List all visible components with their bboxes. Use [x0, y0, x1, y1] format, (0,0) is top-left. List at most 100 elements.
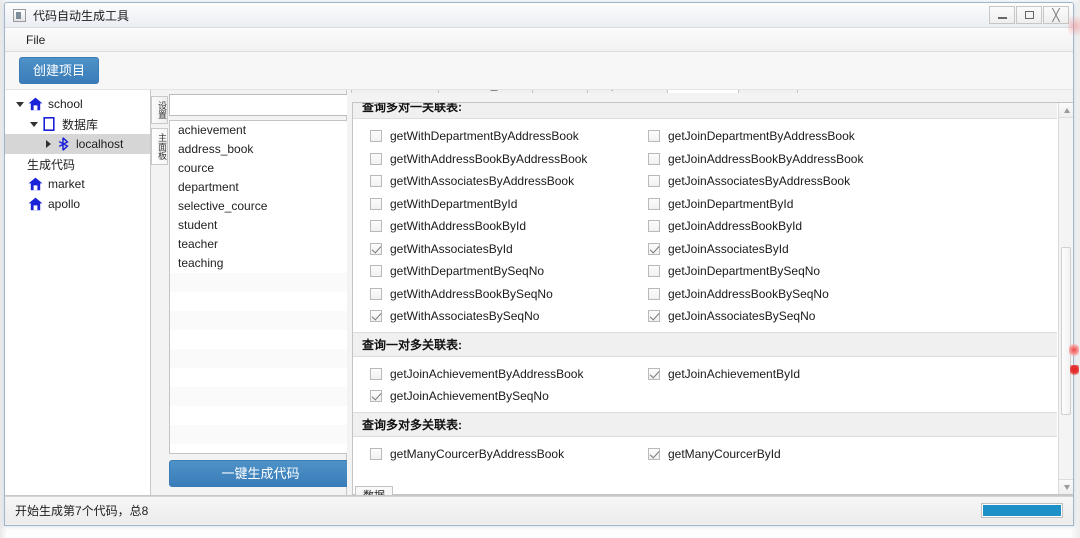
- checkbox-icon[interactable]: [370, 130, 382, 143]
- tree-item-generate-code[interactable]: 生成代码: [5, 154, 150, 174]
- create-project-button[interactable]: 创建项目: [19, 57, 100, 84]
- minimize-button[interactable]: [989, 6, 1015, 24]
- project-tree-panel: school 数据库 localhost 生成代码 market apollo: [5, 90, 151, 496]
- checkbox-row[interactable]: getJoinAssociatesByAddressBook: [631, 170, 1057, 193]
- app-icon: [13, 8, 26, 22]
- checkbox-icon[interactable]: [648, 287, 660, 300]
- vertical-tab-settings[interactable]: 设置: [151, 96, 168, 124]
- table-search-input[interactable]: [169, 94, 352, 116]
- checkbox-row[interactable]: getManyCourcerByAddressBook: [353, 443, 631, 466]
- checkbox-icon[interactable]: [370, 447, 382, 460]
- checkbox-icon[interactable]: [370, 310, 382, 323]
- list-item[interactable]: student: [170, 216, 351, 235]
- checkbox-icon[interactable]: [648, 197, 660, 210]
- list-item[interactable]: department: [170, 178, 351, 197]
- checkbox-icon[interactable]: [648, 447, 660, 460]
- checkbox-row[interactable]: getJoinAchievementBySeqNo: [353, 385, 631, 408]
- editor-vertical-scrollbar[interactable]: [1058, 103, 1073, 494]
- checkbox-icon[interactable]: [370, 287, 382, 300]
- checkbox-row[interactable]: getJoinAssociatesBySeqNo: [631, 305, 1057, 328]
- checkbox-icon[interactable]: [370, 265, 382, 278]
- checkbox-label: getWithDepartmentBySeqNo: [390, 264, 545, 279]
- checkbox-icon[interactable]: [648, 367, 660, 380]
- tree-item-apollo[interactable]: apollo: [5, 194, 150, 214]
- main-body: school 数据库 localhost 生成代码 market apollo …: [5, 90, 1073, 496]
- checkbox-icon[interactable]: [370, 197, 382, 210]
- list-item[interactable]: cource: [170, 159, 351, 178]
- tab-teacher[interactable]: teacher: [737, 90, 799, 93]
- tree-item-label: school: [48, 97, 83, 111]
- vertical-tab-main-panel[interactable]: 主面板: [151, 128, 168, 165]
- checkbox-row[interactable]: getJoinDepartmentByAddressBook: [631, 125, 1057, 148]
- list-item[interactable]: teaching: [170, 254, 351, 273]
- checkbox-row[interactable]: getWithAssociatesById: [353, 238, 631, 261]
- checkbox-icon[interactable]: [370, 152, 382, 165]
- checkbox-row[interactable]: getWithAddressBookBySeqNo: [353, 283, 631, 306]
- checkbox-icon[interactable]: [648, 152, 660, 165]
- checkbox-row[interactable]: getWithDepartmentBySeqNo: [353, 260, 631, 283]
- checkbox-icon[interactable]: [648, 265, 660, 278]
- maximize-button[interactable]: [1016, 6, 1042, 24]
- tab-address-book[interactable]: address_book: [438, 90, 534, 93]
- tab-label: address_book: [448, 90, 523, 91]
- checkbox-row[interactable]: getJoinAddressBookByAddressBook: [631, 148, 1057, 171]
- scrollbar-thumb[interactable]: [1061, 247, 1071, 415]
- checkbox-row[interactable]: getWithDepartmentById: [353, 193, 631, 216]
- checkbox-row[interactable]: getJoinAssociatesById: [631, 238, 1057, 261]
- checkbox-row[interactable]: getWithAddressBookByAddressBook: [353, 148, 631, 171]
- checkbox-row[interactable]: getJoinAddressBookBySeqNo: [631, 283, 1057, 306]
- checkbox-label: getWithAddressBookByAddressBook: [390, 151, 588, 166]
- scroll-up-button[interactable]: [1059, 103, 1073, 118]
- list-item[interactable]: teacher: [170, 235, 351, 254]
- checkbox-row[interactable]: getJoinDepartmentBySeqNo: [631, 260, 1057, 283]
- table-list-panel: 设置 主面板 achievement address_book cource d…: [151, 90, 352, 496]
- checkbox-label: getJoinAchievementBySeqNo: [390, 389, 549, 404]
- list-item[interactable]: address_book: [170, 140, 351, 159]
- checkbox-row[interactable]: getJoinDepartmentById: [631, 193, 1057, 216]
- tab-cource[interactable]: cource: [532, 90, 589, 93]
- checkbox-label: getJoinAchievementByAddressBook: [390, 366, 584, 381]
- connection-icon: [55, 136, 71, 152]
- menu-item-file[interactable]: File: [19, 31, 52, 49]
- checkbox-icon[interactable]: [370, 390, 382, 403]
- checkbox-icon[interactable]: [370, 220, 382, 233]
- tab-achievement[interactable]: achievement: [351, 90, 440, 93]
- checkbox-icon[interactable]: [370, 175, 382, 188]
- scroll-down-button[interactable]: [1059, 479, 1073, 494]
- tab-student[interactable]: student×: [667, 90, 739, 93]
- section-body-many-to-many: getManyCourcerByAddressBook getManyCourc…: [353, 437, 1057, 470]
- twisty-collapsed-icon[interactable]: [41, 140, 55, 148]
- checkbox-icon[interactable]: [648, 220, 660, 233]
- checkbox-row[interactable]: getWithDepartmentByAddressBook: [353, 125, 631, 148]
- checkbox-label: getJoinAssociatesByAddressBook: [668, 174, 851, 189]
- list-item[interactable]: selective_cource: [170, 197, 351, 216]
- checkbox-row[interactable]: getJoinAchievementByAddressBook: [353, 363, 631, 386]
- editor-content: 查询多对一关联表: getWithDepartmentByAddressBook…: [353, 103, 1057, 494]
- checkbox-icon[interactable]: [648, 130, 660, 143]
- tab-department[interactable]: department: [587, 90, 669, 93]
- list-item[interactable]: achievement: [170, 121, 351, 140]
- checkbox-icon[interactable]: [648, 242, 660, 255]
- checkbox-icon[interactable]: [648, 175, 660, 188]
- checkbox-row[interactable]: getJoinAddressBookById: [631, 215, 1057, 238]
- checkbox-row[interactable]: getManyCourcerById: [631, 443, 1057, 466]
- checkbox-icon[interactable]: [648, 310, 660, 323]
- table-list[interactable]: achievement address_book cource departme…: [169, 120, 352, 454]
- checkbox-icon[interactable]: [370, 242, 382, 255]
- checkbox-row[interactable]: getWithAddressBookById: [353, 215, 631, 238]
- list-item-empty: [170, 292, 351, 311]
- menu-bar: File: [5, 28, 1073, 52]
- twisty-expanded-icon[interactable]: [27, 121, 41, 127]
- tree-item-school[interactable]: school: [5, 94, 150, 114]
- tree-item-database[interactable]: 数据库: [5, 114, 150, 134]
- tree-item-localhost[interactable]: localhost: [5, 134, 150, 154]
- bottom-tab-data[interactable]: 数据: [355, 485, 393, 495]
- twisty-expanded-icon[interactable]: [13, 101, 27, 107]
- tree-item-market[interactable]: market: [5, 174, 150, 194]
- checkbox-row[interactable]: getWithAssociatesByAddressBook: [353, 170, 631, 193]
- checkbox-icon[interactable]: [370, 367, 382, 380]
- checkbox-row[interactable]: getWithAssociatesBySeqNo: [353, 305, 631, 328]
- close-button[interactable]: ╳: [1043, 6, 1069, 24]
- generate-code-button[interactable]: 一键生成代码: [169, 460, 352, 487]
- checkbox-row[interactable]: getJoinAchievementById: [631, 363, 1057, 386]
